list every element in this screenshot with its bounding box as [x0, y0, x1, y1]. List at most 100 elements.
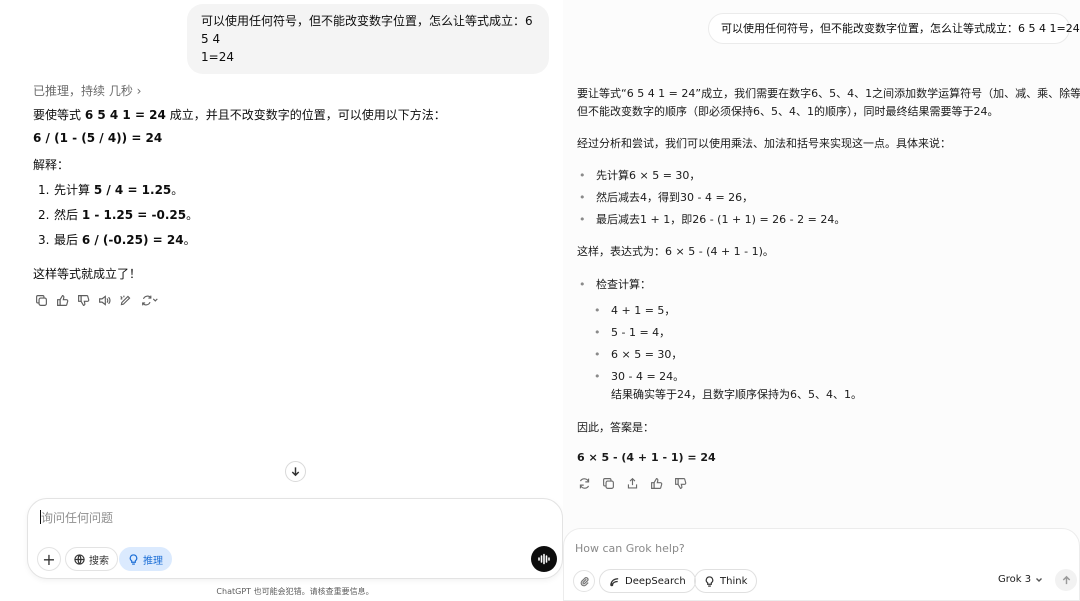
step-prefix: 最后 [54, 233, 82, 247]
final-answer: 6 × 5 - (4 + 1 - 1) = 24 [577, 451, 716, 464]
bullet-marker: • [594, 348, 601, 361]
sub-list-item: • 6 × 5 = 30， [594, 346, 682, 362]
step-suffix: 。 [171, 183, 184, 197]
sub-list-item-text: 5 - 1 = 4， [611, 326, 671, 339]
step-number: 2. [38, 208, 50, 222]
user-message-line1: 可以使用任何符号，但不能改变数字位置，怎么让等式成立：6 5 4 [201, 14, 533, 46]
reason-button[interactable]: 推理 [119, 547, 172, 571]
disclaimer-text: ChatGPT 也可能会犯错。请核查重要信息。 [216, 587, 374, 596]
step-item: 2. 然后 1 - 1.25 = -0.25。 [38, 206, 198, 223]
step-number: 1. [38, 183, 50, 197]
check-result: 结果确实等于24，且数字顺序保持为6、5、4、1。 [611, 388, 862, 401]
lightbulb-icon [129, 553, 138, 565]
arrow-up-icon [1062, 575, 1070, 584]
sub-list-item-text: 6 × 5 = 30， [611, 348, 683, 361]
reason-button-label: 推理 [143, 555, 163, 567]
share-icon[interactable] [625, 476, 640, 491]
chat-input[interactable]: How can Grok help? [575, 542, 685, 555]
search-button-label: 搜索 [89, 555, 109, 567]
think-button[interactable]: Think [694, 569, 758, 593]
reasoning-toggle[interactable]: 已推理，持续 几秒 › [33, 82, 141, 99]
sub-list-item-text: 4 + 1 = 5， [611, 304, 676, 317]
regenerate-icon[interactable] [139, 293, 161, 308]
voice-mode-button[interactable] [531, 546, 557, 572]
read-aloud-icon[interactable] [97, 293, 112, 308]
sub-list-item: • 4 + 1 = 5， [594, 302, 675, 318]
step-prefix: 然后 [54, 208, 82, 222]
bullet-marker: • [594, 370, 601, 383]
check-label: 检查计算： [596, 278, 651, 291]
answer-paragraph-line: 但不能改变数字的顺序（即必须保持6、5、4、1的顺序），同时最终结果需要等于24… [577, 105, 999, 118]
chat-composer: 询问任何问题 + 搜索 推理 [27, 498, 563, 579]
user-message-line2: 1=24 [201, 50, 234, 64]
step-number: 3. [38, 233, 50, 247]
step-item: 3. 最后 6 / (-0.25) = 24。 [38, 231, 196, 248]
deepsearch-button[interactable]: DeepSearch [599, 569, 696, 593]
bullet-marker: • [579, 278, 586, 291]
arrow-down-icon [291, 467, 300, 477]
voice-waveform-icon [538, 553, 550, 565]
globe-icon [74, 553, 85, 565]
list-item: • 最后减去1 + 1，即26 - (1 + 1) = 26 - 2 = 24。 [579, 211, 845, 227]
chat-composer: How can Grok help? DeepSearch Think Grok… [563, 528, 1080, 601]
bullet-marker: • [579, 191, 586, 204]
sub-list-item: • 5 - 1 = 4， [594, 324, 670, 340]
answer-formula: 6 / (1 - (5 / 4)) = 24 [33, 131, 162, 145]
expression-line: 这样，表达式为：6 × 5 - (4 + 1 - 1)。 [577, 245, 774, 258]
thumbs-up-icon[interactable] [649, 476, 664, 491]
answer-intro: 要使等式 6 5 4 1 = 24 成立，并且不改变数字的位置，可以使用以下方法… [33, 106, 446, 123]
bullet-marker: • [594, 326, 601, 339]
thumbs-up-icon[interactable] [55, 293, 70, 308]
attach-file-button[interactable] [573, 570, 595, 592]
explain-label: 解释： [33, 158, 70, 172]
intro-equation: 6 5 4 1 = 24 [84, 108, 166, 122]
chat-input[interactable]: 询问任何问题 [41, 509, 113, 526]
step-prefix: 先计算 [54, 183, 94, 197]
list-item-text: 然后减去4，得到30 - 4 = 26， [596, 191, 754, 204]
deepsearch-icon [610, 577, 619, 586]
step-equation: 5 / 4 = 1.25 [93, 183, 172, 197]
copy-icon[interactable] [34, 293, 49, 308]
step-suffix: 。 [183, 233, 196, 247]
scroll-to-bottom-button[interactable] [285, 461, 306, 482]
step-item: 1. 先计算 5 / 4 = 1.25。 [38, 181, 183, 198]
step-equation: 1 - 1.25 = -0.25 [81, 208, 187, 222]
deepsearch-label: DeepSearch [625, 575, 686, 587]
plus-icon: + [42, 549, 56, 569]
list-item-text: 最后减去1 + 1，即26 - (1 + 1) = 26 - 2 = 24。 [596, 213, 846, 226]
thumbs-down-icon[interactable] [76, 293, 91, 308]
intro-prefix: 要使等式 [33, 108, 85, 122]
formula-text: 6 / (1 - (5 / 4)) = 24 [33, 131, 163, 145]
search-button[interactable]: 搜索 [65, 547, 118, 571]
chevron-down-icon [1036, 577, 1043, 582]
model-label: Grok 3 [998, 574, 1032, 585]
bullet-marker: • [579, 169, 586, 182]
user-message-bubble: 可以使用任何符号，但不能改变数字位置，怎么让等式成立：6 5 4 1=24 [708, 13, 1080, 44]
bullet-marker: • [579, 213, 586, 226]
think-label: Think [720, 575, 748, 587]
add-attachment-button[interactable]: + [37, 547, 61, 571]
list-item-text: 先计算6 × 5 = 30， [596, 169, 701, 182]
list-item: • 然后减去4，得到30 - 4 = 26， [579, 189, 753, 205]
chatgpt-pane: 可以使用任何符号，但不能改变数字位置，怎么让等式成立：6 5 4 1=24 已推… [0, 0, 563, 601]
thumbs-down-icon[interactable] [673, 476, 688, 491]
edit-canvas-icon[interactable] [118, 293, 133, 308]
intro-suffix: 成立，并且不改变数字的位置，可以使用以下方法： [165, 108, 446, 122]
regenerate-icon[interactable] [577, 476, 592, 491]
sub-list-item-text: 30 - 4 = 24。 [611, 370, 685, 383]
paperclip-icon [580, 576, 589, 586]
copy-icon[interactable] [601, 476, 616, 491]
step-equation: 6 / (-0.25) = 24 [81, 233, 184, 247]
sub-list-item: • 30 - 4 = 24。 [594, 368, 684, 384]
step-suffix: 。 [186, 208, 199, 222]
answer-paragraph: 经过分析和尝试，我们可以使用乘法、加法和括号来实现这一点。具体来说： [577, 137, 951, 150]
grok-pane: 可以使用任何符号，但不能改变数字位置，怎么让等式成立：6 5 4 1=24 要让… [563, 0, 1080, 601]
lightbulb-icon [705, 575, 714, 587]
message-actions [577, 476, 688, 491]
user-message-bubble: 可以使用任何符号，但不能改变数字位置，怎么让等式成立：6 5 4 1=24 [187, 4, 549, 74]
model-selector[interactable]: Grok 3 [998, 574, 1043, 585]
send-button[interactable] [1055, 569, 1077, 591]
answer-conclusion: 这样等式就成立了！ [33, 267, 142, 281]
answer-paragraph-line: 要让等式“6 5 4 1 = 24”成立，我们需要在数字6、5、4、1之间添加数… [577, 87, 1080, 100]
list-item: • 先计算6 × 5 = 30， [579, 167, 700, 183]
